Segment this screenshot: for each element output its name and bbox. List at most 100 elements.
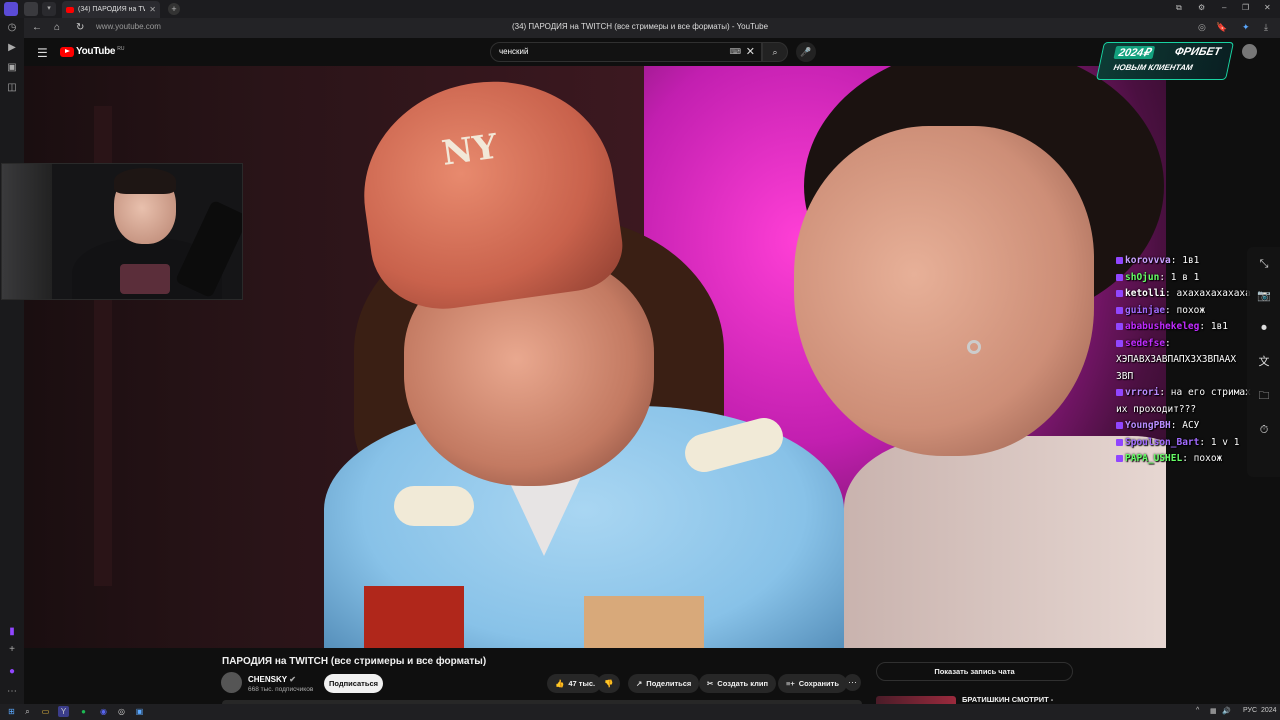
channel-name[interactable]: CHENSKY ✔	[248, 675, 296, 684]
media-icon[interactable]: ◫	[6, 82, 18, 94]
aria-icon[interactable]: ●	[6, 666, 18, 678]
add-panel-icon[interactable]: +	[6, 644, 18, 656]
show-chat-replay-button[interactable]: Показать запись чата	[876, 662, 1073, 681]
share-button[interactable]: ↗ Поделиться	[628, 674, 700, 693]
recommended-thumbnail[interactable]	[876, 696, 956, 704]
browser-tab-bar: ▾ (34) ПАРОДИЯ на TWITCH (в ✕ + ⧉ ⚙ – ❐ …	[0, 0, 1280, 18]
recommended-title[interactable]: БРАТИШКИН СМОТРИТ -	[962, 695, 1053, 704]
chevron-down-icon[interactable]: ▾	[42, 2, 56, 16]
chat-username[interactable]: ketolli	[1125, 288, 1165, 299]
spotify-icon[interactable]: ●	[78, 706, 89, 717]
tray-chevron-icon[interactable]: ^	[1196, 707, 1199, 714]
video-player[interactable]: NY	[24, 66, 1166, 648]
more-actions-button[interactable]: ⋯	[844, 674, 861, 691]
snapshot-icon[interactable]: ⧉	[1176, 3, 1182, 13]
close-window-button[interactable]: ✕	[1264, 3, 1271, 12]
keyboard-icon[interactable]: ⌨	[729, 47, 741, 56]
collapse-icon[interactable]: ⤡	[1257, 257, 1271, 271]
extension-icon[interactable]: ✦	[1242, 22, 1250, 33]
chat-username[interactable]: korovvva	[1125, 255, 1171, 266]
channel-avatar[interactable]	[221, 672, 242, 693]
url-field[interactable]: www.youtube.com	[96, 22, 161, 31]
chat-message: PAPA_USHEL: похож	[1116, 451, 1250, 468]
video-side-toolbar: ⤡ 📷 ⏺ 文 🗀 ⏱	[1247, 247, 1280, 477]
bookmark-icon[interactable]: 🔖	[1216, 22, 1227, 33]
chat-message: ХЭПАВХЗАВПАПХЗХЗВПААХ	[1116, 352, 1250, 369]
search-button[interactable]: ⌕	[762, 42, 788, 62]
settings-icon[interactable]: ⚙	[1198, 3, 1205, 12]
clear-search-icon[interactable]: ✕	[746, 45, 755, 58]
translate-icon[interactable]: 文	[1257, 355, 1271, 369]
menu-icon[interactable]: ☰	[37, 46, 48, 60]
chat-badge-icon	[1116, 339, 1123, 347]
vk-icon[interactable]: ▣	[6, 62, 18, 74]
voice-search-icon[interactable]: 🎤	[796, 42, 816, 62]
youtube-logo[interactable]: YouTube RU	[60, 46, 124, 57]
new-tab-button[interactable]: +	[168, 3, 180, 15]
like-button[interactable]: 👍 47 тыс.	[547, 674, 602, 693]
chat-message: vrrori: на его стримах	[1116, 385, 1251, 402]
folder-icon[interactable]: 🗀	[1257, 389, 1271, 403]
workspaces-icon[interactable]	[24, 2, 38, 16]
record-icon[interactable]: ⏺	[1257, 321, 1271, 335]
language-indicator[interactable]: РУС	[1243, 707, 1257, 714]
search-input[interactable]: ченский ⌨ ✕	[490, 42, 762, 62]
screenshot-icon[interactable]: 📷	[1257, 289, 1271, 303]
back-icon[interactable]: ←	[32, 22, 42, 34]
chat-username[interactable]: Spoulson_Bart	[1125, 437, 1199, 448]
chat-username[interactable]: shOjun	[1125, 272, 1159, 283]
clock[interactable]: 2024	[1261, 707, 1277, 714]
clip-label: Создать клип	[717, 679, 768, 688]
home-icon[interactable]: ⌂	[54, 22, 60, 34]
minimize-button[interactable]: –	[1222, 3, 1226, 12]
browser-logo-icon[interactable]	[4, 2, 18, 16]
chat-text: их проходит???	[1116, 403, 1197, 415]
chat-username[interactable]: PAPA_USHEL	[1125, 453, 1182, 464]
chat-username[interactable]: ababushekeleg	[1125, 321, 1199, 332]
chat-badge-icon	[1116, 290, 1123, 297]
chat-username[interactable]: YoungPBH	[1125, 420, 1171, 431]
taskbar: ⊞ ⌕ ▭ Y ● ◉ ◎ ▣ ^ ▦ 🔊 РУС 2024	[0, 704, 1280, 720]
more-icon[interactable]: ⋯	[6, 686, 18, 698]
network-icon[interactable]: ▦	[1210, 707, 1217, 715]
vpn-icon[interactable]: ◎	[1198, 22, 1206, 33]
reload-icon[interactable]: ↻	[76, 22, 84, 34]
start-icon[interactable]: ⊞	[6, 706, 17, 717]
webcam-curtain	[2, 164, 52, 299]
twitch-icon[interactable]: ▮	[6, 626, 18, 638]
chat-username[interactable]: guinjae	[1125, 305, 1165, 316]
save-button[interactable]: ≡+ Сохранить	[778, 674, 847, 693]
chat-username[interactable]: vrrori	[1125, 387, 1159, 398]
search-icon[interactable]: ⌕	[22, 706, 33, 717]
download-icon[interactable]: ⤓	[1264, 22, 1268, 33]
app-icon[interactable]: ▣	[134, 706, 145, 717]
chat-message: ketolli: ахахахахахаха	[1116, 286, 1251, 303]
streamer-shirt-print	[120, 264, 170, 294]
player-icon[interactable]: ▶	[6, 42, 18, 54]
chat-text: 1в1	[1210, 321, 1228, 332]
chat-text: АСУ	[1182, 420, 1200, 431]
obs-icon[interactable]: ◎	[116, 706, 127, 717]
close-tab-icon[interactable]: ✕	[149, 5, 156, 14]
avatar[interactable]	[1242, 44, 1257, 59]
fribet-ad[interactable]: 2024₽ ФРИБЕТ НОВЫМ КЛИЕНТАМ	[1095, 42, 1235, 80]
tab-youtube[interactable]: (34) ПАРОДИЯ на TWITCH (в ✕	[62, 1, 160, 18]
clip-button[interactable]: ✂ Создать клип	[699, 674, 776, 693]
sweater-patch	[364, 586, 464, 648]
volume-icon[interactable]: 🔊	[1222, 707, 1231, 715]
chat-username[interactable]: sedefse	[1125, 338, 1165, 349]
speed-icon[interactable]: ⏱	[1257, 423, 1271, 437]
browser-taskbar-icon[interactable]: Y	[58, 706, 69, 717]
chat-text: на его стримах	[1170, 387, 1251, 398]
subscribe-button[interactable]: Подписаться	[324, 674, 383, 693]
sweater-cloud	[680, 413, 788, 477]
chat-text: 1 v 1	[1210, 436, 1240, 448]
file-explorer-icon[interactable]: ▭	[40, 706, 51, 717]
chat-badge-icon	[1116, 257, 1123, 264]
discord-icon[interactable]: ◉	[98, 706, 109, 717]
dislike-button[interactable]: 👎	[597, 674, 621, 693]
maximize-button[interactable]: ❐	[1242, 3, 1249, 12]
history-icon[interactable]: ◷	[6, 22, 18, 34]
region-label: RU	[117, 45, 125, 52]
share-icon: ↗	[636, 679, 643, 688]
